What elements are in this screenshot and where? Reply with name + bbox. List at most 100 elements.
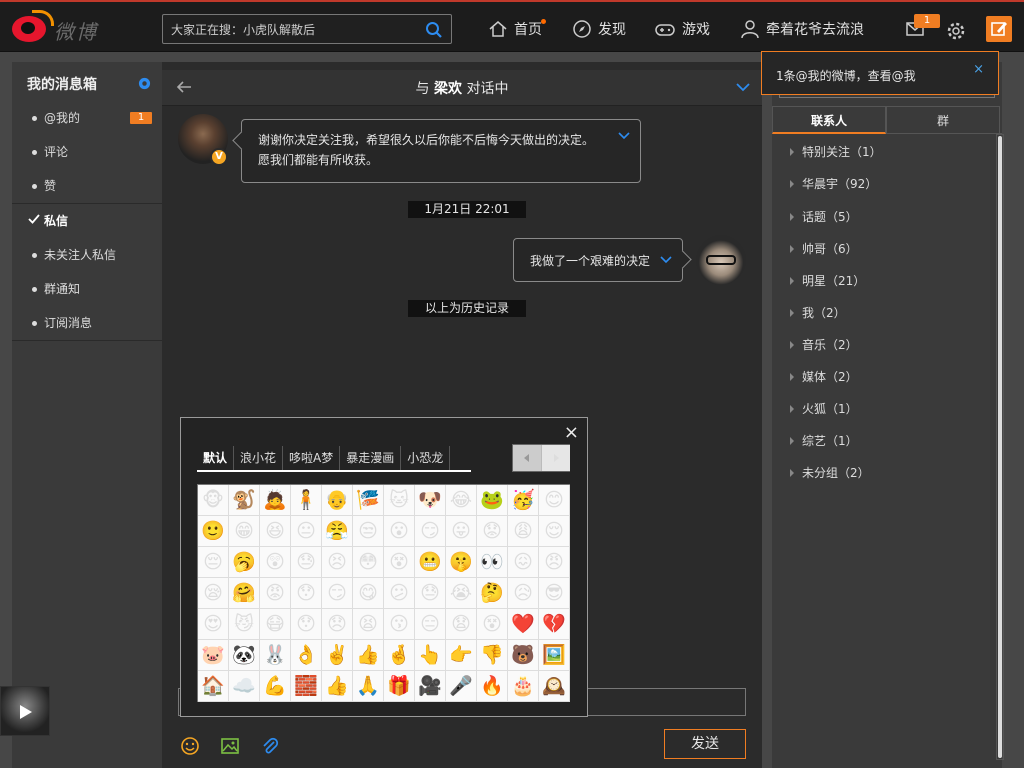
emoji-cell[interactable]: 😓 <box>415 578 446 609</box>
emoji-cell[interactable]: 😪 <box>198 578 229 609</box>
emoji-cell[interactable]: 😵 <box>477 609 508 640</box>
emoji-cell[interactable]: 🐷 <box>198 640 229 671</box>
emoji-cell[interactable]: 😒 <box>353 516 384 547</box>
emoji-prev-button[interactable] <box>513 445 541 471</box>
group-item[interactable]: 明星（21） <box>790 271 865 291</box>
chevron-down-icon[interactable] <box>618 132 630 140</box>
emoji-cell[interactable]: 😡 <box>260 578 291 609</box>
emoji-cell[interactable]: 😼 <box>229 609 260 640</box>
emoji-tab-rage-comics[interactable]: 暴走漫画 <box>340 446 402 470</box>
emoji-cell[interactable]: 😆 <box>260 516 291 547</box>
emoji-cell[interactable]: 😫 <box>353 609 384 640</box>
emoji-cell[interactable]: 😩 <box>508 516 539 547</box>
emoji-cell[interactable]: 😂 <box>446 485 477 516</box>
emoji-cell[interactable]: 🤫 <box>446 547 477 578</box>
emoji-cell[interactable]: 👀 <box>477 547 508 578</box>
emoji-cell[interactable]: 😏 <box>322 578 353 609</box>
emoji-cell[interactable]: 😏 <box>415 516 446 547</box>
group-item[interactable]: 综艺（1） <box>790 431 858 451</box>
emoji-cell[interactable]: 🎂 <box>508 671 539 702</box>
sidebar-item-private-messages[interactable]: 私信 <box>12 204 162 238</box>
emoji-cell[interactable]: 🐵 <box>198 485 229 516</box>
emoji-cell[interactable]: 🏠 <box>198 671 229 702</box>
emoji-cell[interactable]: 🥱 <box>229 547 260 578</box>
emoji-cell[interactable]: 🐰 <box>260 640 291 671</box>
group-item[interactable]: 帅哥（6） <box>790 239 858 259</box>
emoji-cell[interactable]: 😣 <box>322 547 353 578</box>
group-item[interactable]: 华晨宇（92） <box>790 174 877 194</box>
close-icon[interactable]: × <box>564 424 579 442</box>
emoji-cell[interactable]: 👍 <box>353 640 384 671</box>
emoji-cell[interactable]: 😕 <box>384 578 415 609</box>
contacts-scrollbar[interactable] <box>998 136 1002 758</box>
emoji-cell[interactable]: 😥 <box>508 578 539 609</box>
emoji-cell[interactable]: 👆 <box>415 640 446 671</box>
nav-game[interactable]: 游戏 <box>654 19 710 39</box>
emoji-cell[interactable]: 😁 <box>229 516 260 547</box>
emoji-cell[interactable]: ☁️ <box>229 671 260 702</box>
sidebar-item-subscriptions[interactable]: 订阅消息 <box>12 306 162 340</box>
group-item[interactable]: 火狐（1） <box>790 399 858 419</box>
sidebar-item-comments[interactable]: 评论 <box>12 135 162 169</box>
emoji-cell[interactable]: 💪 <box>260 671 291 702</box>
compose-button[interactable] <box>986 16 1012 42</box>
emoji-cell[interactable]: 😔 <box>198 547 229 578</box>
search-input[interactable] <box>171 21 421 39</box>
emoji-cell[interactable]: 😋 <box>353 578 384 609</box>
emoji-cell[interactable]: 🔥 <box>477 671 508 702</box>
group-item[interactable]: 话题（5） <box>790 207 858 227</box>
emoji-cell[interactable]: 👌 <box>291 640 322 671</box>
emoji-cell[interactable]: 🤗 <box>229 578 260 609</box>
emoji-cell[interactable]: 🎁 <box>384 671 415 702</box>
sidebar-item-group-notices[interactable]: 群通知 <box>12 272 162 306</box>
group-item[interactable]: 我（2） <box>790 303 846 323</box>
emoji-cell[interactable]: 😮 <box>384 516 415 547</box>
sidebar-item-likes[interactable]: 赞 <box>12 169 162 203</box>
emoji-cell[interactable]: 🐒 <box>229 485 260 516</box>
emoji-cell[interactable]: 🎤 <box>446 671 477 702</box>
emoji-cell[interactable]: 🐸 <box>477 485 508 516</box>
nav-home[interactable]: 首页 <box>488 19 542 39</box>
emoji-cell[interactable]: ❤️ <box>508 609 539 640</box>
emoji-cell[interactable]: ✌️ <box>322 640 353 671</box>
emoji-cell[interactable]: 👎 <box>477 640 508 671</box>
emoji-cell[interactable]: 😯 <box>291 609 322 640</box>
emoji-cell[interactable]: 🕰️ <box>539 671 570 702</box>
mention-notification[interactable]: 1条@我的微博，查看@我 × <box>761 51 999 95</box>
emoji-cell[interactable]: 😎 <box>539 578 570 609</box>
emoji-cell[interactable]: 🧱 <box>291 671 322 702</box>
emoji-tab-default[interactable]: 默认 <box>197 446 235 470</box>
emoji-cell[interactable]: 😲 <box>260 547 291 578</box>
image-icon[interactable] <box>220 736 240 756</box>
group-item[interactable]: 特别关注（1） <box>790 142 882 162</box>
emoji-cell[interactable]: 👴 <box>322 485 353 516</box>
group-item[interactable]: 媒体（2） <box>790 367 858 387</box>
chevron-down-icon[interactable] <box>660 256 672 264</box>
emoji-cell[interactable]: 🧍 <box>291 485 322 516</box>
sidebar-item-stranger-messages[interactable]: 未关注人私信 <box>12 238 162 272</box>
send-button[interactable]: 发送 <box>664 729 746 759</box>
emoji-cell[interactable]: 🐱 <box>384 485 415 516</box>
emoji-cell[interactable]: 😐 <box>291 516 322 547</box>
emoji-cell[interactable]: 👉 <box>446 640 477 671</box>
group-item[interactable]: 音乐（2） <box>790 335 858 355</box>
emoji-cell[interactable]: 😟 <box>477 516 508 547</box>
emoji-cell[interactable]: 😵 <box>384 547 415 578</box>
emoji-cell[interactable]: 🐶 <box>415 485 446 516</box>
emoji-cell[interactable]: 😌 <box>539 516 570 547</box>
nav-user[interactable]: 牵着花爷去流浪 <box>740 19 864 39</box>
emoji-cell[interactable]: 👍 <box>322 671 353 702</box>
sidebar-item-at-me[interactable]: @我的 1 <box>12 101 162 135</box>
emoji-cell[interactable]: 🙂 <box>198 516 229 547</box>
emoji-cell[interactable]: 😳 <box>353 547 384 578</box>
my-avatar[interactable] <box>696 235 746 285</box>
emoji-cell[interactable]: 😑 <box>415 609 446 640</box>
emoji-tab-doraemon[interactable]: 哆啦A梦 <box>283 446 341 470</box>
emoji-icon[interactable] <box>180 736 200 756</box>
emoji-cell[interactable]: 😊 <box>539 485 570 516</box>
emoji-cell[interactable]: 🤔 <box>477 578 508 609</box>
emoji-cell[interactable]: 😍 <box>198 609 229 640</box>
emoji-cell[interactable]: 😛 <box>446 516 477 547</box>
emoji-cell[interactable]: 🎏 <box>353 485 384 516</box>
emoji-cell[interactable]: 😧 <box>446 609 477 640</box>
